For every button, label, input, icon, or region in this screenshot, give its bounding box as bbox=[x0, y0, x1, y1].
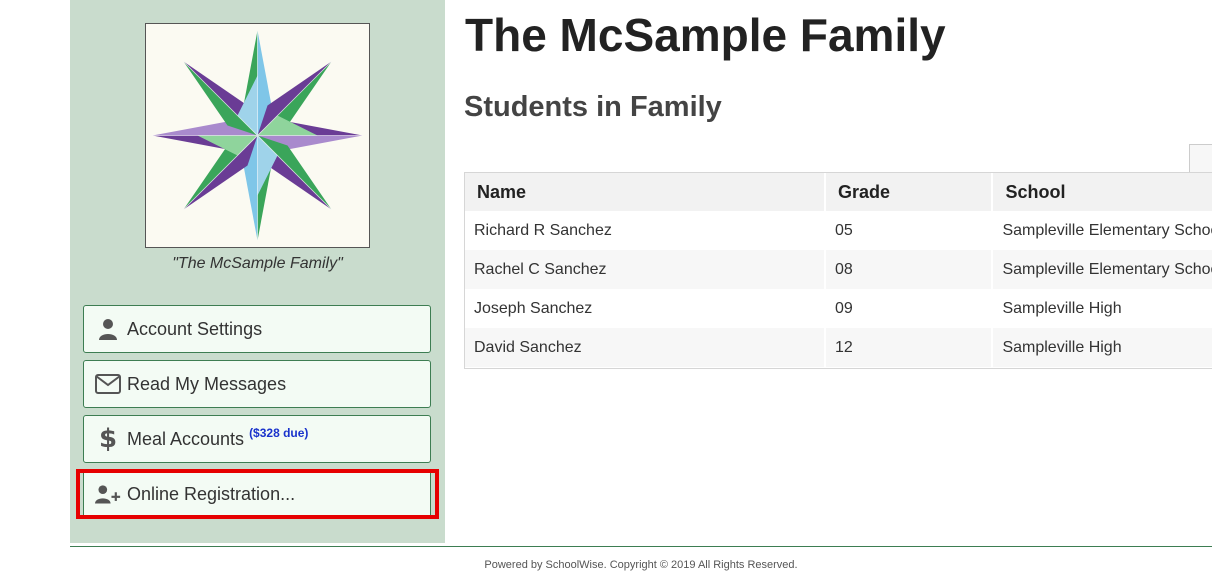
students-heading: Students in Family bbox=[464, 91, 722, 123]
meal-accounts-button[interactable]: $ Meal Accounts ($328 due) bbox=[83, 415, 431, 463]
student-grade: 05 bbox=[825, 211, 994, 250]
meal-accounts-label: Meal Accounts bbox=[127, 428, 245, 449]
footer-divider bbox=[70, 546, 1212, 547]
student-school: Sampleville High bbox=[993, 328, 1212, 367]
table-row[interactable]: Rachel C Sanchez 08 Sampleville Elementa… bbox=[465, 250, 1212, 289]
sidebar: "The McSample Family" Account Settings R… bbox=[70, 0, 445, 543]
table-row[interactable]: David Sanchez 12 Sampleville High bbox=[465, 328, 1212, 367]
student-name: Joseph Sanchez bbox=[465, 289, 826, 328]
footer-copyright: Powered by SchoolWise. Copyright © 2019 … bbox=[484, 559, 798, 571]
meal-due-badge: ($328 due) bbox=[249, 426, 309, 440]
column-header-school[interactable]: School bbox=[993, 173, 1212, 211]
envelope-icon bbox=[95, 372, 121, 396]
table-row[interactable]: Richard R Sanchez 05 Sampleville Element… bbox=[465, 211, 1212, 250]
column-header-grade[interactable]: Grade bbox=[825, 173, 994, 211]
students-table: Name Grade School Richard R Sanchez 05 S… bbox=[464, 172, 1212, 369]
student-name: Rachel C Sanchez bbox=[465, 250, 826, 289]
student-school: Sampleville Elementary School bbox=[993, 250, 1212, 289]
student-grade: 12 bbox=[825, 328, 994, 367]
student-grade: 08 bbox=[825, 250, 994, 289]
account-settings-label: Account Settings bbox=[127, 318, 263, 339]
read-messages-label: Read My Messages bbox=[127, 373, 287, 394]
table-row[interactable]: Joseph Sanchez 09 Sampleville High bbox=[465, 289, 1212, 328]
student-grade: 09 bbox=[825, 289, 994, 328]
highlight-box bbox=[76, 469, 439, 519]
table-action-button[interactable] bbox=[1189, 144, 1212, 172]
account-settings-button[interactable]: Account Settings bbox=[83, 305, 431, 353]
student-name: David Sanchez bbox=[465, 328, 826, 367]
dollar-icon: $ bbox=[98, 424, 118, 454]
table-header-row: Name Grade School bbox=[465, 173, 1212, 211]
user-icon bbox=[95, 317, 121, 341]
read-messages-button[interactable]: Read My Messages bbox=[83, 360, 431, 408]
family-logo bbox=[145, 23, 370, 248]
logo-caption: "The McSample Family" bbox=[172, 255, 343, 272]
student-school: Sampleville High bbox=[993, 289, 1212, 328]
student-school: Sampleville Elementary School bbox=[993, 211, 1212, 250]
column-header-name[interactable]: Name bbox=[465, 173, 826, 211]
quilt-star-logo-icon bbox=[152, 30, 363, 241]
student-name: Richard R Sanchez bbox=[465, 211, 826, 250]
page-title: The McSample Family bbox=[465, 9, 946, 61]
